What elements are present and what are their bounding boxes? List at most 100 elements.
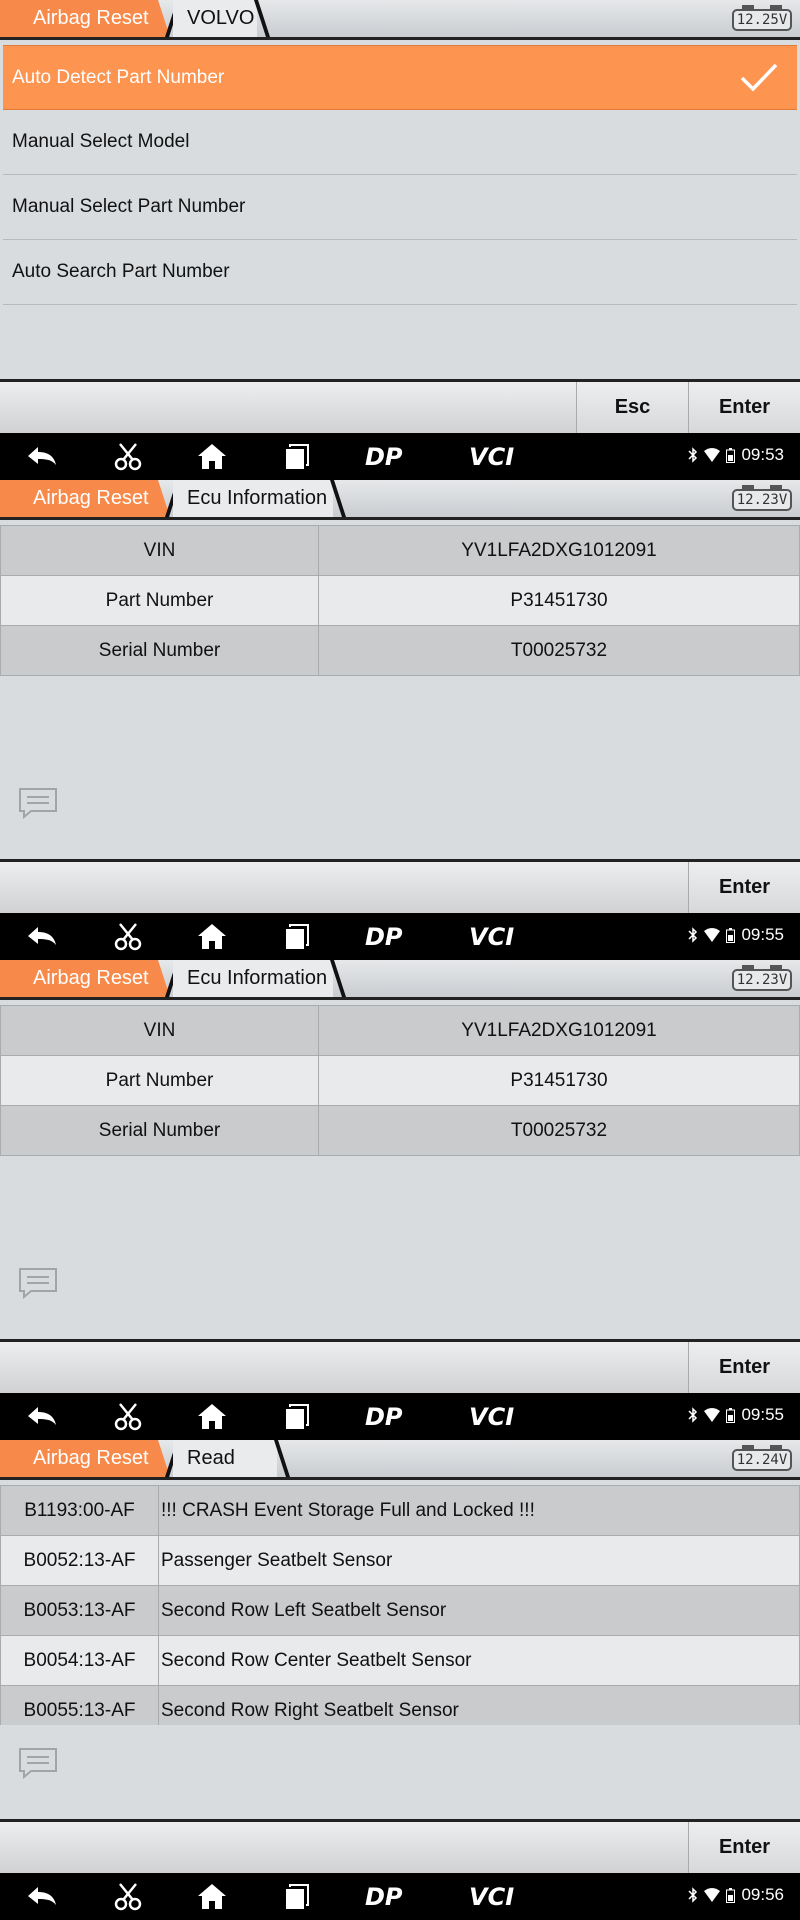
enter-button[interactable]: Enter: [688, 1342, 800, 1393]
esc-button[interactable]: Esc: [576, 382, 688, 433]
dtc-code: B1193:00-AF: [0, 1485, 159, 1536]
battery-icon: [726, 1887, 736, 1903]
wifi-icon: [704, 448, 721, 462]
scissors-icon[interactable]: [108, 441, 148, 471]
row-value: YV1LFA2DXG1012091: [318, 525, 800, 576]
vci-icon[interactable]: VCI: [469, 441, 527, 471]
svg-text:DP: DP: [365, 1403, 403, 1431]
row-key: Part Number: [0, 575, 319, 626]
row-value: YV1LFA2DXG1012091: [318, 1005, 800, 1056]
bluetooth-icon: [688, 447, 698, 463]
screen-read-dtc: Airbag Reset Read DTC 12.24V B1193:00-AF…: [0, 1440, 800, 1920]
tab-volvo[interactable]: VOLVO: [173, 0, 257, 37]
battery-voltage: 12.23V: [732, 965, 792, 991]
back-icon[interactable]: [22, 1401, 62, 1431]
tab-airbag-reset[interactable]: Airbag Reset: [0, 480, 170, 517]
tab-airbag-reset[interactable]: Airbag Reset: [0, 960, 170, 997]
dp-icon[interactable]: DP: [365, 1401, 417, 1431]
row-value: T00025732: [318, 625, 800, 676]
clock: 09:55: [741, 925, 784, 944]
recent-apps-icon[interactable]: [276, 441, 316, 471]
status-area: 09:55: [688, 1405, 784, 1425]
table-row[interactable]: B0054:13-AF Second Row Center Seatbelt Se…: [0, 1635, 800, 1686]
dtc-code: B0055:13-AF: [0, 1685, 159, 1725]
message-icon[interactable]: [17, 1266, 59, 1300]
message-icon[interactable]: [17, 786, 59, 820]
dp-icon[interactable]: DP: [365, 1881, 417, 1911]
enter-button[interactable]: Enter: [688, 1822, 800, 1873]
back-icon[interactable]: [22, 1881, 62, 1911]
home-icon[interactable]: [192, 1401, 232, 1431]
enter-button[interactable]: Enter: [688, 862, 800, 913]
system-nav-bar: DP VCI 09:55: [0, 1393, 800, 1440]
scissors-icon[interactable]: [108, 1401, 148, 1431]
bluetooth-icon: [688, 1887, 698, 1903]
battery-icon: [726, 1407, 736, 1423]
dtc-description: Passenger Seatbelt Sensor: [158, 1535, 800, 1586]
screen-select-method: Airbag Reset VOLVO 12.25V Auto Detect Pa…: [0, 0, 800, 480]
dtc-description: Second Row Left Seatbelt Sensor: [158, 1585, 800, 1636]
svg-text:VCI: VCI: [469, 1403, 514, 1431]
tab-read-dtc[interactable]: Read DTC: [173, 1440, 277, 1506]
battery-voltage: 12.24V: [732, 1445, 792, 1471]
dp-icon[interactable]: DP: [365, 441, 417, 471]
tab-airbag-reset[interactable]: Airbag Reset: [0, 0, 170, 37]
recent-apps-icon[interactable]: [276, 1401, 316, 1431]
action-bar: Esc Enter: [0, 379, 800, 433]
clock: 09:53: [741, 445, 784, 464]
table-row[interactable]: B0055:13-AF Second Row Right Seatbelt Sen…: [0, 1685, 800, 1725]
back-icon[interactable]: [22, 441, 62, 471]
home-icon[interactable]: [192, 1881, 232, 1911]
vci-icon[interactable]: VCI: [469, 1401, 527, 1431]
menu-item-label: Auto Search Part Number: [12, 261, 230, 282]
table-row: Part Number P31451730: [0, 575, 800, 626]
vci-icon[interactable]: VCI: [469, 921, 527, 951]
scissors-icon[interactable]: [108, 1881, 148, 1911]
status-area: 09:56: [688, 1885, 784, 1905]
menu-item-auto-detect-part-number[interactable]: Auto Detect Part Number: [3, 45, 797, 110]
recent-apps-icon[interactable]: [276, 921, 316, 951]
table-row[interactable]: B0053:13-AF Second Row Left Seatbelt Sens…: [0, 1585, 800, 1636]
action-bar: Enter: [0, 1819, 800, 1873]
dtc-code: B0052:13-AF: [0, 1535, 159, 1586]
tab-airbag-reset[interactable]: Airbag Reset: [0, 1440, 170, 1477]
system-nav-bar: DP VCI 09:53: [0, 433, 800, 480]
menu-item-manual-select-part-number[interactable]: Manual Select Part Number: [3, 175, 797, 240]
status-area: 09:53: [688, 445, 784, 465]
status-area: 09:55: [688, 925, 784, 945]
clock: 09:55: [741, 1405, 784, 1424]
row-key: Serial Number: [0, 1105, 319, 1156]
table-row[interactable]: B0052:13-AF Passenger Seatbelt Sensor: [0, 1535, 800, 1586]
battery-icon: [726, 927, 736, 943]
screen-ecu-information: Airbag Reset Ecu Information 12.23V VIN Y…: [0, 480, 800, 960]
tab-ecu-information[interactable]: Ecu Information: [173, 480, 333, 517]
home-icon[interactable]: [192, 441, 232, 471]
dtc-list[interactable]: B1193:00-AF!!! CRASH Event Storage Full …: [0, 1485, 800, 1725]
menu-item-manual-select-model[interactable]: Manual Select Model: [3, 110, 797, 175]
svg-text:VCI: VCI: [469, 923, 514, 951]
table-row: Serial Number T00025732: [0, 625, 800, 676]
menu-item-label: Manual Select Part Number: [12, 196, 246, 217]
message-icon[interactable]: [17, 1746, 59, 1780]
svg-text:VCI: VCI: [469, 443, 514, 471]
row-value: P31451730: [318, 575, 800, 626]
tab-ecu-information[interactable]: Ecu Information: [173, 960, 333, 997]
title-bar: Airbag Reset Read DTC 12.24V: [0, 1440, 800, 1506]
home-icon[interactable]: [192, 921, 232, 951]
menu-item-label: Auto Detect Part Number: [12, 67, 225, 88]
recent-apps-icon[interactable]: [276, 1881, 316, 1911]
dp-icon[interactable]: DP: [365, 921, 417, 951]
table-row: VIN YV1LFA2DXG1012091: [0, 525, 800, 576]
svg-text:DP: DP: [365, 1883, 403, 1911]
enter-button[interactable]: Enter: [688, 382, 800, 433]
battery-icon: [726, 447, 736, 463]
svg-text:DP: DP: [365, 443, 403, 471]
menu-item-auto-search-part-number[interactable]: Auto Search Part Number: [3, 240, 797, 305]
system-nav-bar: DP VCI 09:55: [0, 913, 800, 960]
svg-text:VCI: VCI: [469, 1883, 514, 1911]
vci-icon[interactable]: VCI: [469, 1881, 527, 1911]
ecu-info-table: VIN YV1LFA2DXG1012091 Part Number P3145173…: [0, 525, 800, 676]
scissors-icon[interactable]: [108, 921, 148, 951]
back-icon[interactable]: [22, 921, 62, 951]
table-row[interactable]: B1193:00-AF!!! CRASH Event Storage Full …: [0, 1485, 800, 1536]
